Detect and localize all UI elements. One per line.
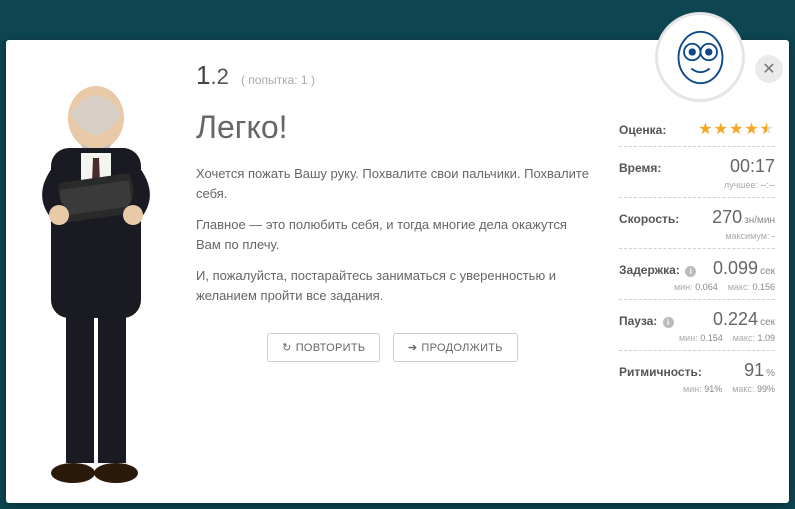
pause-unit: сек xyxy=(760,317,775,328)
time-best-value: --:-- xyxy=(761,180,776,190)
repeat-button[interactable]: ↻ ПОВТОРИТЬ xyxy=(267,333,380,362)
paragraph-1: Хочется пожать Вашу руку. Похвалите свои… xyxy=(196,164,589,203)
delay-value: 0.099 xyxy=(713,258,758,278)
delay-max-label: макс: xyxy=(728,282,750,292)
stat-speed: Скорость: 270зн/мин максимум: - xyxy=(619,198,775,249)
page-header-strip xyxy=(0,0,795,20)
continue-icon: ➔ xyxy=(408,341,418,354)
pause-max-label: макс: xyxy=(733,333,755,343)
stat-delay: Задержка: i 0.099сек мин: 0.064 макс: 0.… xyxy=(619,249,775,300)
action-buttons: ↻ ПОВТОРИТЬ ➔ПРОДОЛЖИТЬ xyxy=(196,333,589,362)
time-value: 00:17 xyxy=(730,156,775,177)
rhythm-value: 91 xyxy=(744,360,764,380)
stats-panel: Оценка: ★★★★★ Время: 00:17 лучшее: --:--… xyxy=(609,40,789,503)
close-icon: ✕ xyxy=(762,59,775,79)
stat-rating: Оценка: ★★★★★ xyxy=(619,110,775,147)
pause-value: 0.224 xyxy=(713,309,758,329)
delay-min-label: мин: xyxy=(674,282,693,292)
mascot-avatar xyxy=(655,12,745,102)
rhythm-min-label: мин: xyxy=(683,384,702,394)
paragraph-3: И, пожалуйста, постарайтесь заниматься с… xyxy=(196,266,589,305)
delay-unit: сек xyxy=(760,266,775,277)
lesson-major: 1 xyxy=(196,60,210,90)
rhythm-label: Ритмичность: xyxy=(619,365,702,379)
delay-min-value: 0.064 xyxy=(695,282,718,292)
rhythm-max-value: 99% xyxy=(757,384,775,394)
speed-unit: зн/мин xyxy=(744,215,775,226)
rhythm-max-label: макс: xyxy=(732,384,754,394)
rating-label: Оценка: xyxy=(619,123,666,137)
speed-max-value: - xyxy=(772,231,775,241)
time-best-label: лучшее: xyxy=(724,180,758,190)
rating-stars: ★★★★★ xyxy=(698,119,775,139)
results-modal: 1.2 ( попытка: 1 ) Легко! Хочется пожать… xyxy=(6,40,789,503)
stat-pause: Пауза: i 0.224сек мин: 0.154 макс: 1.09 xyxy=(619,300,775,351)
instructor-image xyxy=(6,40,186,503)
close-button[interactable]: ✕ xyxy=(755,55,783,83)
lesson-number: 1.2 ( попытка: 1 ) xyxy=(196,60,589,91)
delay-label: Задержка: i xyxy=(619,263,696,277)
rhythm-min-value: 91% xyxy=(704,384,722,394)
result-title: Легко! xyxy=(196,109,589,146)
continue-button[interactable]: ➔ПРОДОЛЖИТЬ xyxy=(393,333,518,362)
continue-label: ПРОДОЛЖИТЬ xyxy=(421,342,502,354)
speed-max-label: максимум: xyxy=(725,231,769,241)
pause-max-value: 1.09 xyxy=(757,333,775,343)
repeat-icon: ↻ xyxy=(282,341,292,354)
repeat-label: ПОВТОРИТЬ xyxy=(296,342,366,354)
delay-max-value: 0.156 xyxy=(752,282,775,292)
stat-time: Время: 00:17 лучшее: --:-- xyxy=(619,147,775,198)
time-label: Время: xyxy=(619,161,661,175)
pause-min-value: 0.154 xyxy=(700,333,723,343)
speed-label: Скорость: xyxy=(619,212,679,226)
speed-value: 270 xyxy=(712,207,742,227)
content-panel: 1.2 ( попытка: 1 ) Легко! Хочется пожать… xyxy=(186,40,609,503)
info-icon[interactable]: i xyxy=(663,317,674,328)
pause-min-label: мин: xyxy=(679,333,698,343)
rhythm-unit: % xyxy=(766,368,775,379)
info-icon[interactable]: i xyxy=(685,266,696,277)
attempt-label: ( попытка: 1 ) xyxy=(241,73,315,87)
paragraph-2: Главное — это полюбить себя, и тогда мно… xyxy=(196,215,589,254)
stat-rhythm: Ритмичность: 91% мин: 91% макс: 99% xyxy=(619,351,775,401)
pause-label: Пауза: i xyxy=(619,314,674,328)
lesson-minor: .2 xyxy=(210,64,228,89)
